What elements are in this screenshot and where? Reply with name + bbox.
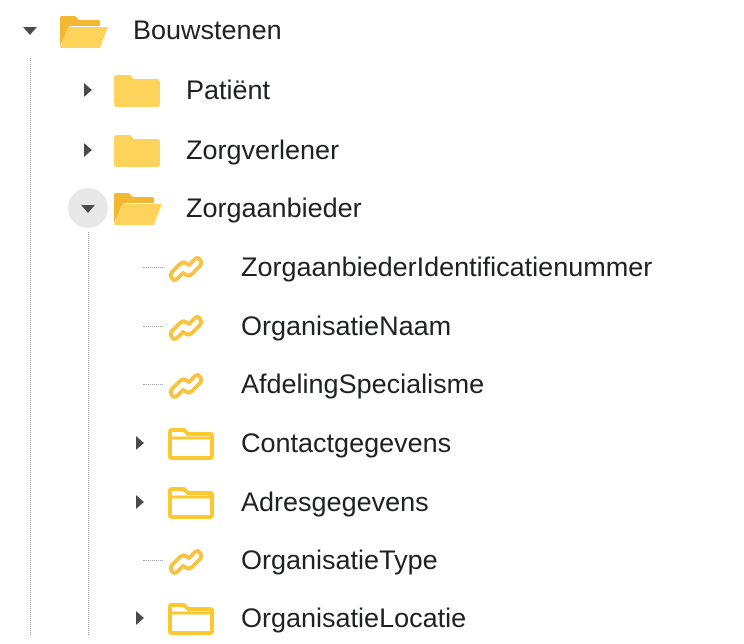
tree-node-label: Adresgegevens <box>241 487 429 517</box>
tree-node-label: Patiënt <box>186 75 271 105</box>
caret-down-icon <box>81 205 95 213</box>
tree-node-label: Zorgverlener <box>186 135 340 165</box>
folder-outline-icon <box>166 426 216 462</box>
tree-guide-line-zorgaanbieder <box>88 232 89 635</box>
tree-node-label: Zorgaanbieder <box>186 193 362 223</box>
tree-node-label: ZorgaanbiederIdentificatienummer <box>241 252 653 282</box>
expand-toggle[interactable] <box>120 598 160 638</box>
tree-guide-line-root <box>30 58 31 635</box>
tree-node-afdelingspecialisme[interactable]: AfdelingSpecialisme <box>160 358 580 410</box>
link-icon <box>166 542 206 582</box>
tree-node-contactgegevens[interactable]: Contactgegevens <box>118 417 538 469</box>
tree-node-organisatielocatie[interactable]: OrganisatieLocatie <box>118 592 538 644</box>
tree-node-label: OrganisatieNaam <box>241 311 452 341</box>
caret-right-icon <box>136 611 144 625</box>
tree-view: Bouwstenen Patiënt Zorgverlener Zorgaanb… <box>0 0 744 635</box>
caret-right-icon <box>84 143 92 157</box>
expand-toggle[interactable] <box>68 130 108 170</box>
caret-right-icon <box>136 495 144 509</box>
tree-node-patient[interactable]: Patiënt <box>60 64 360 116</box>
folder-open-icon <box>112 191 164 227</box>
tree-node-zorgaanbieder[interactable]: Zorgaanbieder <box>60 182 420 234</box>
tree-node-label: Contactgegevens <box>241 428 452 458</box>
expand-toggle[interactable] <box>120 423 160 463</box>
tree-node-zorgaanbieder-identificatienummer[interactable]: ZorgaanbiederIdentificatienummer <box>160 241 744 293</box>
folder-outline-icon <box>166 485 216 521</box>
expand-toggle[interactable] <box>68 70 108 110</box>
tree-node-organisatietype[interactable]: OrganisatieType <box>160 534 560 586</box>
tree-node-organisatienaam[interactable]: OrganisatieNaam <box>160 300 560 352</box>
expand-toggle[interactable] <box>120 482 160 522</box>
caret-right-icon <box>84 83 92 97</box>
folder-open-icon <box>58 14 110 50</box>
caret-right-icon <box>136 436 144 450</box>
link-icon <box>166 308 206 348</box>
folder-icon <box>112 133 162 169</box>
tree-node-label: OrganisatieType <box>241 545 438 575</box>
tree-node-bouwstenen[interactable]: Bouwstenen <box>0 4 360 56</box>
expand-toggle[interactable] <box>10 10 50 50</box>
tree-node-adresgegevens[interactable]: Adresgegevens <box>118 476 518 528</box>
tree-node-zorgverlener[interactable]: Zorgverlener <box>60 124 400 176</box>
link-icon <box>166 249 206 289</box>
folder-icon <box>112 73 162 109</box>
tree-node-label: Bouwstenen <box>133 15 282 45</box>
folder-outline-icon <box>166 601 216 637</box>
tree-node-label: OrganisatieLocatie <box>241 603 467 633</box>
expand-toggle[interactable] <box>68 188 108 228</box>
tree-node-label: AfdelingSpecialisme <box>241 369 485 399</box>
caret-down-icon <box>23 27 37 35</box>
link-icon <box>166 366 206 406</box>
